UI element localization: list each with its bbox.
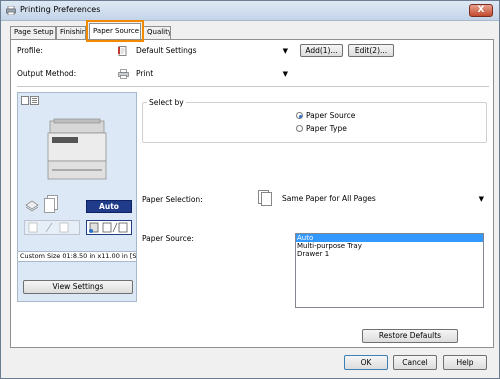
printing-preferences-window: Printing Preferences X Page Setup Finish… xyxy=(0,0,500,379)
output-tray-icon xyxy=(89,222,128,233)
divider xyxy=(17,86,489,87)
radio-paper-source[interactable]: Paper Source xyxy=(296,111,355,120)
paper-stack-icon xyxy=(25,200,39,212)
radio-icon xyxy=(296,125,303,132)
printer-icon xyxy=(6,6,16,15)
add-profile-button[interactable]: Add(1)... xyxy=(300,44,343,57)
list-item[interactable]: Drawer 1 xyxy=(296,250,483,258)
tab-paper-source[interactable]: Paper Source xyxy=(86,20,144,42)
view-settings-button[interactable]: View Settings xyxy=(23,280,133,294)
profile-label: Profile: xyxy=(17,46,43,55)
paper-source-settings: Select by Paper Source Paper Type Paper … xyxy=(142,92,487,310)
profile-icon xyxy=(118,46,127,56)
output-method-label: Output Method: xyxy=(17,69,77,78)
output-method-dropdown[interactable]: Print ▼ xyxy=(115,67,292,81)
paper-size-summary: Custom Size 01:8.50 in x11.00 in [Sc xyxy=(18,251,136,262)
paper-selection-label: Paper Selection: xyxy=(142,195,203,204)
printer-illustration xyxy=(47,118,107,180)
edit-profile-button[interactable]: Edit(2)... xyxy=(348,44,394,57)
chevron-down-icon: ▼ xyxy=(478,195,484,203)
restore-defaults-button[interactable]: Restore Defaults xyxy=(362,329,458,343)
output-tray-toggle[interactable] xyxy=(86,220,132,235)
select-by-group: Select by Paper Source Paper Type xyxy=(142,98,487,143)
print-icon xyxy=(118,69,129,79)
cancel-button[interactable]: Cancel xyxy=(393,355,437,370)
pages-icon xyxy=(258,190,272,206)
close-icon: X xyxy=(477,5,485,15)
paper-sheet-icon xyxy=(44,195,58,213)
list-item[interactable]: Auto xyxy=(296,234,483,242)
paper-selection-dropdown[interactable]: Same Paper for All Pages ▼ xyxy=(256,189,487,209)
select-by-label: Select by xyxy=(147,98,186,107)
tab-quality[interactable]: Quality xyxy=(143,26,171,39)
ok-button[interactable]: OK xyxy=(344,355,388,370)
paper-source-label: Paper Source: xyxy=(142,234,194,243)
tab-panel: Profile: Default Settings ▼ Add(1)... Ed… xyxy=(10,39,494,348)
close-button[interactable]: X xyxy=(469,4,493,17)
list-item[interactable]: Multi-purpose Tray xyxy=(296,242,483,250)
window-title: Printing Preferences xyxy=(20,5,101,14)
paper-selection-value: Same Paper for All Pages xyxy=(282,194,376,203)
preview-pane: Auto Custom Size 01:8.50 in x11.00 in [S… xyxy=(17,92,137,302)
output-method-value: Print xyxy=(136,69,154,78)
chevron-down-icon: ▼ xyxy=(282,70,288,78)
profile-dropdown[interactable]: Default Settings ▼ xyxy=(115,44,292,58)
auto-source-button[interactable]: Auto xyxy=(86,200,132,213)
tab-page-setup[interactable]: Page Setup xyxy=(10,26,56,39)
tab-finishing[interactable]: Finishing xyxy=(56,26,86,39)
chevron-down-icon: ▼ xyxy=(282,47,288,55)
help-button[interactable]: Help xyxy=(443,355,487,370)
paper-source-list[interactable]: Auto Multi-purpose Tray Drawer 1 xyxy=(295,233,484,308)
profile-value: Default Settings xyxy=(136,46,197,55)
title-bar: Printing Preferences X xyxy=(1,1,499,21)
radio-paper-type[interactable]: Paper Type xyxy=(296,124,347,133)
view-mode-icon xyxy=(21,96,39,105)
duplex-options-icon xyxy=(24,220,80,235)
preview-mode-toggle[interactable] xyxy=(21,96,39,107)
radio-selected-icon xyxy=(296,112,303,119)
